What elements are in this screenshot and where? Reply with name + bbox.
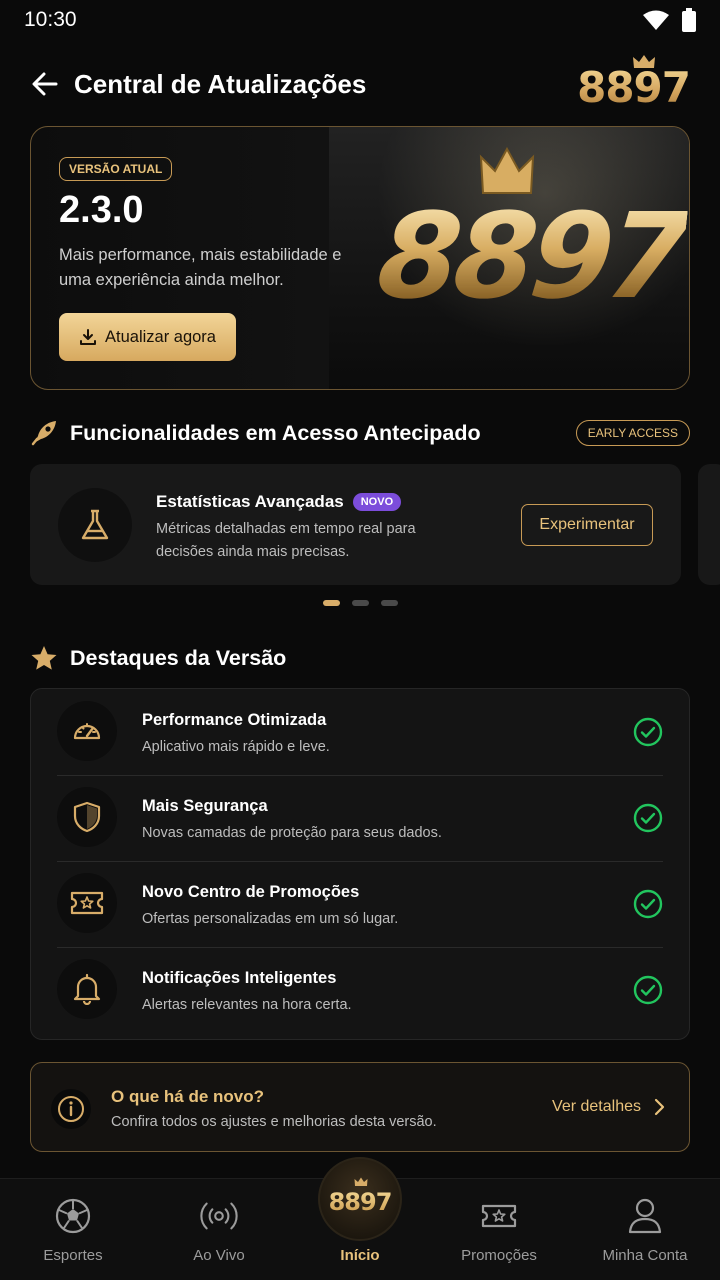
arrow-left-icon bbox=[32, 72, 58, 96]
wifi-icon bbox=[643, 10, 669, 30]
early-access-header: Funcionalidades em Acesso Antecipado EAR… bbox=[30, 413, 690, 453]
brand-logo: 8897 bbox=[577, 55, 691, 112]
highlight-description: Ofertas personalizadas em um só lugar. bbox=[142, 911, 399, 927]
check-circle-icon bbox=[633, 975, 663, 1005]
info-icon bbox=[51, 1089, 91, 1129]
ticket-icon bbox=[57, 873, 117, 933]
carousel-dot[interactable] bbox=[322, 600, 340, 606]
nav-label: Início bbox=[340, 1247, 380, 1264]
highlight-title: Mais Segurança bbox=[142, 797, 268, 815]
broadcast-icon bbox=[200, 1197, 238, 1235]
highlight-description: Aplicativo mais rápido e leve. bbox=[142, 739, 330, 755]
carousel-dot[interactable] bbox=[351, 600, 369, 606]
highlights-list: Performance Otimizada Aplicativo mais rá… bbox=[30, 688, 690, 1040]
divider bbox=[57, 861, 663, 862]
bottom-nav: Esportes Ao Vivo Início 8897 Promoções M… bbox=[0, 1157, 720, 1280]
early-access-badge: EARLY ACCESS bbox=[575, 420, 690, 446]
list-item: Performance Otimizada Aplicativo mais rá… bbox=[57, 689, 663, 775]
feature-title: Estatísticas Avançadas NOVO bbox=[156, 492, 402, 512]
early-access-card: Estatísticas Avançadas NOVO Métricas det… bbox=[30, 464, 681, 585]
new-badge: NOVO bbox=[352, 493, 402, 511]
nav-label: Esportes bbox=[43, 1247, 103, 1264]
feature-description: Métricas detalhadas em tempo real para d… bbox=[156, 521, 416, 560]
list-item: Mais Segurança Novas camadas de proteção… bbox=[57, 775, 663, 861]
highlight-description: Novas camadas de proteção para seus dado… bbox=[142, 825, 442, 841]
current-version-card: 8897 VERSÃO ATUAL 2.3.0 Mais performance… bbox=[30, 126, 690, 390]
nav-label: Ao Vivo bbox=[193, 1247, 245, 1264]
highlights-title: Destaques da Versão bbox=[70, 645, 287, 670]
highlights-header: Destaques da Versão bbox=[30, 638, 690, 678]
update-now-label: Atualizar agora bbox=[105, 327, 216, 346]
brand-text: 8897 bbox=[577, 63, 691, 112]
highlight-title: Performance Otimizada bbox=[142, 711, 327, 729]
nav-item-live[interactable]: Ao Vivo bbox=[149, 1197, 289, 1267]
center-brand-text: 8897 bbox=[328, 1188, 393, 1216]
page-title: Central de Atualizações bbox=[74, 68, 367, 99]
feature-title-text: Estatísticas Avançadas bbox=[156, 492, 344, 511]
check-circle-icon bbox=[633, 803, 663, 833]
chevron-right-icon bbox=[654, 1098, 665, 1116]
speedometer-icon bbox=[57, 701, 117, 761]
status-time: 10:30 bbox=[24, 8, 77, 31]
whats-new-title: O que há de novo? bbox=[111, 1087, 265, 1106]
check-circle-icon bbox=[633, 889, 663, 919]
next-card-peek[interactable] bbox=[698, 464, 720, 585]
divider bbox=[57, 947, 663, 948]
carousel-dot[interactable] bbox=[380, 600, 398, 606]
user-icon bbox=[626, 1197, 664, 1235]
carousel-dots bbox=[0, 600, 720, 606]
highlight-title: Notificações Inteligentes bbox=[142, 969, 337, 987]
experiment-button[interactable]: Experimentar bbox=[521, 504, 653, 546]
nav-label: Promoções bbox=[461, 1247, 537, 1264]
nav-label: Minha Conta bbox=[602, 1247, 688, 1264]
version-description: Mais performance, mais estabilidade e um… bbox=[59, 246, 342, 289]
star-icon bbox=[30, 644, 58, 672]
rocket-icon bbox=[30, 419, 58, 447]
view-details-label: Ver detalhes bbox=[552, 1098, 641, 1115]
whats-new-card[interactable]: O que há de novo? Confira todos os ajust… bbox=[30, 1062, 690, 1152]
nav-item-promotions[interactable]: Promoções bbox=[429, 1197, 569, 1267]
highlight-title: Novo Centro de Promoções bbox=[142, 883, 360, 901]
back-button[interactable] bbox=[30, 69, 60, 99]
bell-icon bbox=[57, 959, 117, 1019]
list-item: Notificações Inteligentes Alertas releva… bbox=[57, 947, 663, 1033]
highlight-description: Alertas relevantes na hora certa. bbox=[142, 997, 352, 1013]
nav-item-account[interactable]: Minha Conta bbox=[575, 1197, 715, 1267]
shield-icon bbox=[57, 787, 117, 847]
whats-new-description: Confira todos os ajustes e melhorias des… bbox=[111, 1114, 437, 1130]
status-bar: 10:30 bbox=[0, 0, 720, 40]
version-badge: VERSÃO ATUAL bbox=[59, 157, 173, 181]
soccer-ball-icon bbox=[54, 1197, 92, 1235]
status-icons bbox=[642, 8, 696, 32]
battery-icon bbox=[682, 8, 696, 32]
download-icon bbox=[80, 329, 96, 345]
view-details-link[interactable]: Ver detalhes bbox=[552, 1098, 665, 1116]
flask-icon bbox=[58, 488, 132, 562]
crown-icon bbox=[354, 1177, 368, 1186]
center-brand-button[interactable]: 8897 bbox=[318, 1157, 402, 1241]
divider bbox=[57, 775, 663, 776]
nav-item-sports[interactable]: Esportes bbox=[3, 1197, 143, 1267]
page-header: Central de Atualizações 8897 bbox=[30, 55, 691, 112]
early-access-title: Funcionalidades em Acesso Antecipado bbox=[70, 420, 481, 445]
update-now-button[interactable]: Atualizar agora bbox=[59, 313, 236, 361]
check-circle-icon bbox=[633, 717, 663, 747]
hero-art-text: 8897 bbox=[371, 187, 690, 325]
version-number: 2.3.0 bbox=[59, 189, 144, 231]
hero-artwork: 8897 bbox=[329, 127, 690, 389]
list-item: Novo Centro de Promoções Ofertas persona… bbox=[57, 861, 663, 947]
ticket-icon bbox=[480, 1197, 518, 1235]
